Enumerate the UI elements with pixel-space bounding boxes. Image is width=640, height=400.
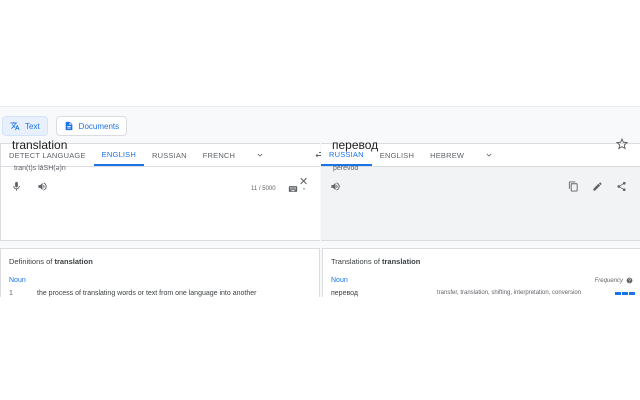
target-lang-english[interactable]: ENGLISH (372, 144, 422, 166)
chevron-down-icon (486, 153, 492, 157)
documents-mode-button[interactable]: Documents (55, 116, 128, 136)
text-mode-button[interactable]: Text (2, 116, 48, 136)
pencil-icon (592, 181, 602, 191)
definition-number: 1 (9, 290, 13, 297)
speaker-icon (37, 181, 47, 191)
source-lang-russian[interactable]: RUSSIAN (144, 144, 195, 166)
definition-text: the process of translating words or text… (37, 290, 257, 297)
source-lang-english[interactable]: ENGLISH (93, 144, 144, 166)
chevron-down-icon (257, 153, 263, 157)
source-tools (9, 179, 49, 193)
target-lang-more-button[interactable] (480, 146, 498, 164)
edit-translation-button[interactable] (590, 179, 604, 193)
definitions-card: Definitions of translation Noun 1 the pr… (0, 248, 320, 297)
translation-output: перевод (332, 138, 379, 152)
mode-tabs: Text Documents (0, 116, 128, 136)
source-lang-french[interactable]: FRENCH (195, 144, 243, 166)
text-mode-label: Text (25, 121, 40, 131)
definitions-title: Definitions of translation (9, 257, 93, 266)
translations-card: Translations of translation Noun Frequen… (322, 248, 640, 297)
character-count: 11 / 5000 (251, 186, 276, 192)
translation-synonyms: transfer, translation, shifting, interpr… (437, 290, 582, 296)
listen-target-button[interactable] (330, 179, 341, 197)
keyboard-icon (288, 186, 298, 192)
microphone-button[interactable] (9, 179, 23, 193)
source-text-input[interactable]: translation (12, 138, 67, 152)
translate-app: Text Documents DETECT LANGUAGE ENGLISH R… (0, 106, 640, 297)
help-icon (626, 277, 633, 284)
frequency-bars (615, 292, 635, 295)
caret-down-icon (302, 188, 306, 190)
share-translation-button[interactable] (614, 179, 628, 193)
speaker-icon (331, 182, 340, 191)
save-translation-button[interactable] (615, 137, 629, 150)
copy-translation-button[interactable] (566, 179, 580, 193)
translate-icon (10, 121, 20, 131)
share-icon (616, 181, 626, 191)
listen-source-button[interactable] (35, 179, 49, 193)
frequency-label: Frequency (595, 277, 633, 284)
copy-icon (568, 180, 578, 192)
target-lang-hebrew[interactable]: HEBREW (422, 144, 472, 166)
translation-word[interactable]: перевод (331, 290, 358, 297)
source-lang-more-button[interactable] (251, 146, 269, 164)
target-transliteration: perevod (333, 165, 359, 172)
star-icon (615, 137, 629, 150)
translations-part-of-speech: Noun (331, 277, 348, 284)
documents-mode-label: Documents (78, 121, 120, 131)
input-tools-button[interactable] (288, 184, 307, 194)
document-icon (65, 121, 73, 131)
source-transliteration: tran(t)s lāSH(ə)n (14, 165, 66, 172)
microphone-icon (12, 181, 20, 191)
definitions-part-of-speech: Noun (9, 277, 26, 284)
target-tools (566, 179, 628, 193)
translations-title: Translations of translation (331, 257, 421, 266)
